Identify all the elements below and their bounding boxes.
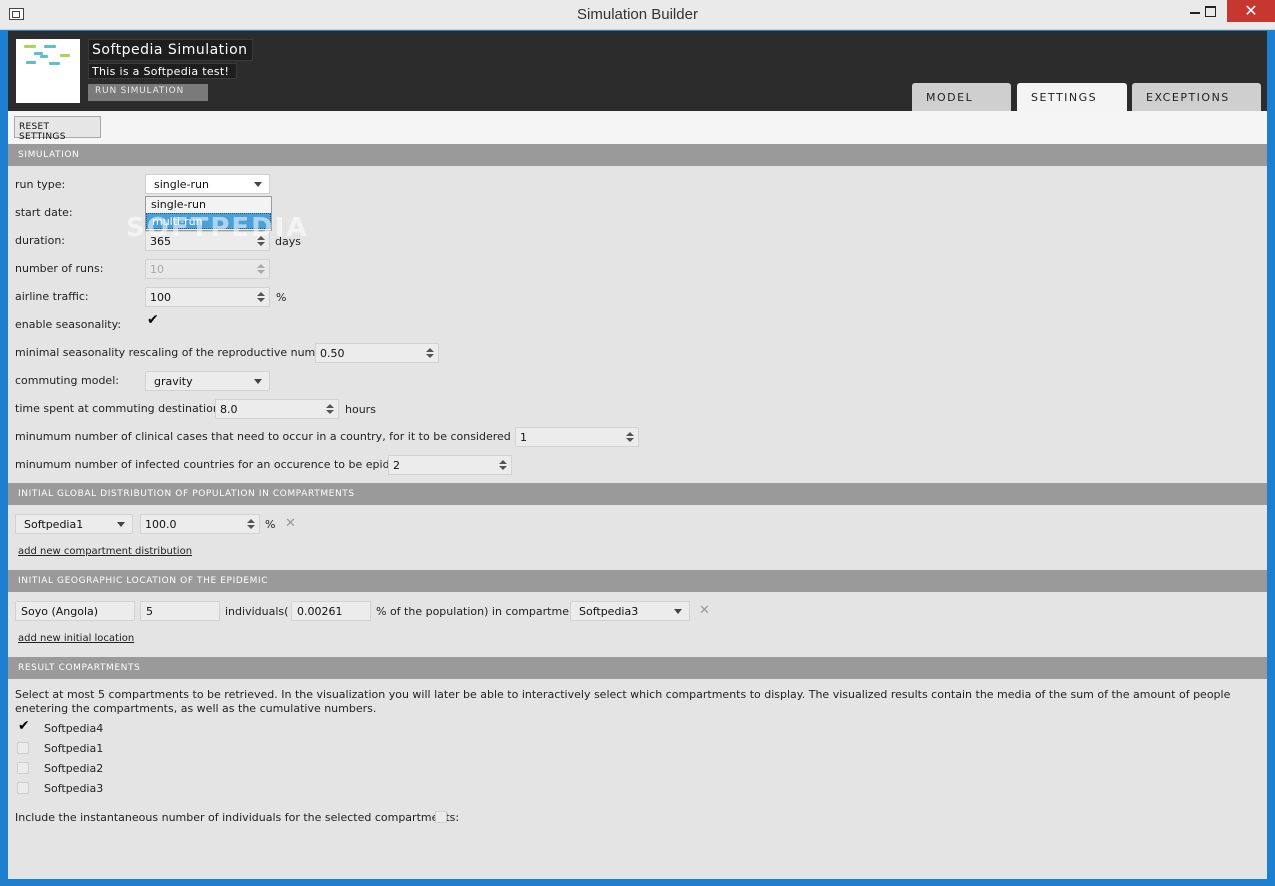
location-count-input[interactable]: 5 — [140, 601, 220, 621]
add-compartment-distribution-link[interactable]: add new compartment distribution — [18, 546, 192, 557]
number-of-runs-input: 10 — [145, 259, 270, 279]
enable-seasonality-label: enable seasonality: — [15, 318, 122, 331]
close-button[interactable]: ✕ — [1227, 0, 1275, 22]
duration-unit: days — [275, 235, 301, 248]
result-label-softpedia3: Softpedia3 — [44, 782, 104, 795]
population-compartment-select[interactable]: Softpedia1 — [15, 514, 133, 534]
min-countries-input[interactable]: 2 — [388, 455, 512, 475]
location-compartment-value: Softpedia3 — [579, 605, 639, 618]
instantaneous-checkbox[interactable] — [435, 811, 447, 823]
maximize-button[interactable] — [1193, 0, 1227, 22]
min-seasonality-input[interactable]: 0.50 — [315, 343, 439, 363]
time-spent-value: 8.0 — [220, 403, 238, 416]
population-compartment-value: Softpedia1 — [24, 518, 84, 531]
settings-toolbar: RESET SETTINGS — [8, 111, 1267, 144]
airline-traffic-unit: % — [276, 291, 287, 304]
dropdown-option-single-run[interactable]: single-run — [146, 197, 271, 213]
window-title: Simulation Builder — [577, 6, 698, 23]
reset-settings-button[interactable]: RESET SETTINGS — [14, 116, 101, 142]
run-type-value: single-run — [154, 178, 209, 191]
duration-label: duration: — [15, 234, 65, 247]
airline-traffic-label: airline traffic: — [15, 290, 89, 303]
location-compartment-select[interactable]: Softpedia3 — [570, 601, 690, 621]
min-cases-value: 1 — [520, 431, 527, 444]
section-results: RESULT COMPARTMENTS — [8, 657, 1267, 679]
commuting-model-select[interactable]: gravity — [145, 371, 270, 391]
chevron-down-icon — [254, 182, 262, 187]
number-of-runs-value: 10 — [150, 263, 164, 276]
instantaneous-label: Include the instantaneous number of indi… — [15, 811, 460, 824]
start-date-label: start date: — [15, 206, 73, 219]
chevron-down-icon — [674, 609, 682, 614]
time-spent-unit: hours — [345, 403, 376, 416]
settings-panel: RESET SETTINGS SIMULATION run type: sing… — [8, 111, 1267, 879]
min-countries-label: minumum number of infected countries for… — [15, 458, 420, 471]
individuals-label: individuals( — [225, 605, 289, 618]
model-thumbnail[interactable] — [16, 39, 80, 103]
airline-traffic-input[interactable]: 100 — [145, 287, 270, 307]
time-spent-input[interactable]: 8.0 — [215, 399, 339, 419]
result-checkbox-softpedia2[interactable] — [17, 762, 29, 774]
tab-settings[interactable]: SETTINGS — [1017, 83, 1127, 111]
population-percent-input[interactable]: 100.0 — [140, 514, 260, 534]
section-population: INITIAL GLOBAL DISTRIBUTION OF POPULATIO… — [8, 483, 1267, 505]
result-label-softpedia1: Softpedia1 — [44, 742, 104, 755]
add-initial-location-link[interactable]: add new initial location — [18, 633, 134, 644]
min-seasonality-value: 0.50 — [320, 347, 345, 360]
simulation-description-field[interactable]: This is a Softpedia test! — [88, 63, 237, 79]
tab-model[interactable]: MODEL — [912, 83, 1011, 111]
commuting-model-value: gravity — [154, 375, 193, 388]
time-spent-label: time spent at commuting destination: — [15, 402, 224, 415]
commuting-model-label: commuting model: — [15, 374, 119, 387]
min-cases-input[interactable]: 1 — [515, 427, 639, 447]
population-percent-unit: % — [265, 518, 276, 531]
run-type-label: run type: — [15, 178, 66, 191]
result-checkbox-softpedia1[interactable] — [17, 742, 29, 754]
min-countries-value: 2 — [393, 459, 400, 472]
simulation-name-field[interactable]: Softpedia Simulation — [88, 39, 253, 61]
section-location: INITIAL GEOGRAPHIC LOCATION OF THE EPIDE… — [8, 570, 1267, 592]
duration-value: 365 — [150, 235, 171, 248]
remove-distribution-icon[interactable]: ✕ — [285, 516, 296, 531]
population-suffix-label: % of the population) in compartment — [376, 605, 581, 618]
run-type-select[interactable]: single-run — [145, 174, 270, 194]
tab-exceptions[interactable]: EXCEPTIONS — [1132, 83, 1261, 111]
results-description: Select at most 5 compartments to be retr… — [15, 688, 1231, 715]
title-bar: Simulation Builder ✕ — [0, 0, 1275, 30]
duration-input[interactable]: 365 — [145, 231, 270, 251]
location-place-input[interactable]: Soyo (Angola) — [15, 601, 135, 621]
result-checkbox-softpedia4[interactable]: ✔ — [18, 719, 31, 733]
section-simulation: SIMULATION — [8, 144, 1267, 166]
enable-seasonality-checkbox[interactable]: ✔ — [147, 313, 160, 327]
run-simulation-button[interactable]: RUN SIMULATION — [88, 84, 208, 101]
chevron-down-icon — [117, 522, 125, 527]
min-seasonality-label: minimal seasonality rescaling of the rep… — [15, 346, 338, 359]
number-of-runs-label: number of runs: — [15, 262, 104, 275]
result-checkbox-softpedia3[interactable] — [17, 782, 29, 794]
simulation-header: Softpedia Simulation This is a Softpedia… — [8, 31, 1267, 111]
chevron-down-icon — [254, 379, 262, 384]
population-percent-value: 100.0 — [145, 518, 177, 531]
run-type-dropdown: single-run multi-run — [145, 196, 272, 231]
location-fraction-input[interactable]: 0.00261 — [291, 601, 371, 621]
remove-location-icon[interactable]: ✕ — [699, 603, 710, 618]
dropdown-option-multi-run[interactable]: multi-run — [146, 213, 271, 229]
airline-traffic-value: 100 — [150, 291, 171, 304]
result-label-softpedia2: Softpedia2 — [44, 762, 104, 775]
min-cases-label: minumum number of clinical cases that ne… — [15, 430, 563, 443]
result-label-softpedia4: Softpedia4 — [44, 722, 104, 735]
